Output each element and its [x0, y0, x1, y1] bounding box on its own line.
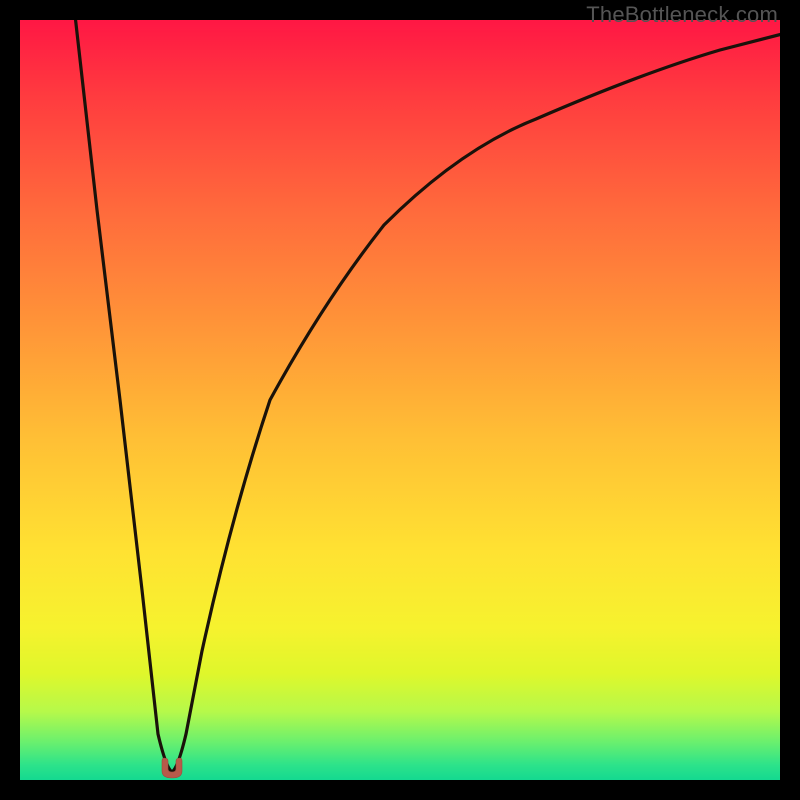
- bottleneck-curve: [20, 20, 780, 780]
- attribution-label: TheBottleneck.com: [586, 2, 778, 28]
- plot-area: [20, 20, 780, 780]
- chart-frame: TheBottleneck.com: [0, 0, 800, 800]
